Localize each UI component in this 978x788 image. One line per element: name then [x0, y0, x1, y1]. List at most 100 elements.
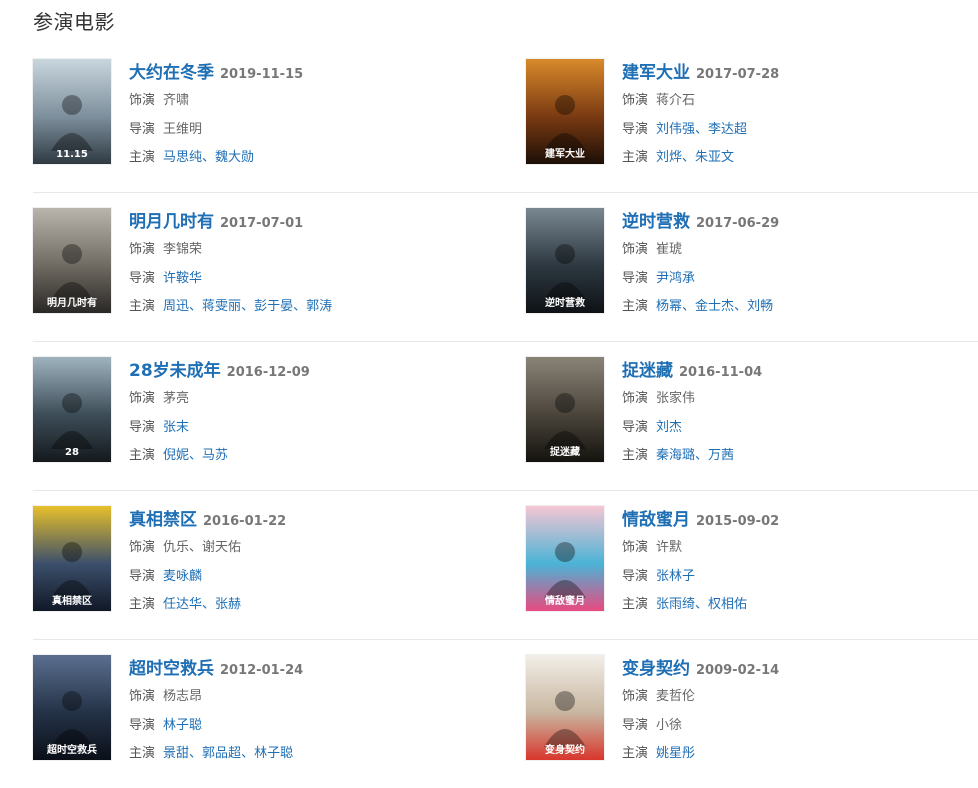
role-line-label: 饰演	[129, 689, 156, 704]
director-link: 小徐	[656, 717, 683, 733]
cast-link[interactable]: 杨幂	[656, 299, 682, 314]
movie-poster[interactable]: 超时空救兵	[33, 655, 111, 760]
cast-link[interactable]: 张雨绮	[656, 597, 695, 612]
movie-poster[interactable]: 逆时营救	[526, 208, 604, 313]
movie-poster[interactable]: 捉迷藏	[526, 357, 604, 462]
movie-poster[interactable]: 变身契约	[526, 655, 604, 760]
movie-poster[interactable]: 真相禁区	[33, 506, 111, 611]
role-line: 饰演 齐啸	[129, 87, 469, 116]
cast-link[interactable]: 倪妮	[163, 448, 189, 463]
cast-link[interactable]: 任达华	[163, 597, 202, 612]
movie-poster[interactable]: 建军大业	[526, 59, 604, 164]
movie-title-line: 变身契约 2009-02-14	[622, 655, 962, 683]
separator: 、	[189, 746, 203, 761]
cast-link[interactable]: 刘烨	[656, 150, 682, 165]
director-line: 导演 小徐	[622, 712, 962, 741]
release-date: 2016-01-22	[203, 514, 287, 529]
movie-card: 明月几时有 明月几时有 2017-07-01 饰演 李锦荣 导演 许鞍华 主演 周迅、蒋雯丽、彭…	[33, 208, 473, 318]
cast-link[interactable]: 秦海璐	[656, 448, 695, 463]
separator: 、	[189, 299, 203, 314]
movie-row: 超时空救兵 超时空救兵 2012-01-24 饰演 杨志昂 导演 林子聪 主演 景甜、郭品超、林…	[33, 640, 978, 788]
cast-line: 主演 秦海璐、万茜	[622, 442, 962, 471]
movie-title-link[interactable]: 逆时营救	[622, 212, 690, 232]
cast-link[interactable]: 马苏	[202, 448, 228, 463]
director-link[interactable]: 张林子	[656, 569, 695, 584]
director-line-label: 导演	[622, 717, 649, 733]
cast-link[interactable]: 周迅	[163, 299, 189, 314]
movie-poster[interactable]: 明月几时有	[33, 208, 111, 313]
cast-line: 主演 杨幂、金士杰、刘畅	[622, 293, 962, 322]
movie-info: 变身契约 2009-02-14 饰演 麦哲伦 导演 小徐 主演 姚星彤	[622, 655, 962, 769]
cast-link[interactable]: 姚星彤	[656, 746, 695, 761]
release-date: 2012-01-24	[220, 663, 304, 678]
cast-link[interactable]: 张赫	[215, 597, 241, 612]
movie-title-line: 超时空救兵 2012-01-24	[129, 655, 469, 683]
role-value: 蒋介石	[656, 93, 696, 108]
movie-info: 捉迷藏 2016-11-04 饰演 张家伟 导演 刘杰 主演 秦海璐、万茜	[622, 357, 962, 471]
movie-title-link[interactable]: 大约在冬季	[129, 63, 214, 83]
director-link[interactable]: 尹鸿承	[656, 271, 695, 286]
movie-card: 建军大业 建军大业 2017-07-28 饰演 蒋介石 导演 刘伟强、李达超 主演 刘烨、朱亚文	[526, 59, 966, 169]
movie-title-link[interactable]: 建军大业	[622, 63, 690, 83]
cast-line-label: 主演	[129, 448, 156, 463]
cast-line: 主演 任达华、张赫	[129, 591, 469, 620]
movie-info: 真相禁区 2016-01-22 饰演 仇乐、谢天佑 导演 麦咏麟 主演 任达华、张赫	[129, 506, 469, 620]
poster-text: 捉迷藏	[550, 445, 580, 458]
director-link[interactable]: 刘杰	[656, 420, 682, 435]
cast-link[interactable]: 刘畅	[747, 299, 773, 314]
separator: 、	[695, 597, 709, 612]
cast-link[interactable]: 林子聪	[254, 746, 293, 761]
poster-text: 情敌蜜月	[545, 594, 585, 607]
director-link[interactable]: 许鞍华	[163, 271, 202, 286]
director-line-label: 导演	[129, 717, 156, 733]
movie-title-link[interactable]: 变身契约	[622, 659, 690, 679]
cast-line: 主演 马思纯、魏大勋	[129, 144, 469, 173]
director-link[interactable]: 林子聪	[163, 718, 202, 733]
movie-title-line: 捉迷藏 2016-11-04	[622, 357, 962, 385]
cast-link[interactable]: 蒋雯丽	[202, 299, 241, 314]
cast-link[interactable]: 景甜	[163, 746, 189, 761]
director-link[interactable]: 刘伟强	[656, 122, 695, 137]
poster-image: 逆时营救	[526, 208, 604, 313]
cast-link[interactable]: 郭涛	[306, 299, 332, 314]
cast-line-label: 主演	[622, 746, 649, 761]
movie-title-link[interactable]: 超时空救兵	[129, 659, 214, 679]
director-line: 导演 张末	[129, 414, 469, 443]
poster-text: 11.15	[56, 149, 88, 160]
movie-poster[interactable]: 11.15	[33, 59, 111, 164]
cast-link[interactable]: 马思纯	[163, 150, 202, 165]
cast-link[interactable]: 彭于晏	[254, 299, 293, 314]
movie-title-link[interactable]: 28岁未成年	[129, 361, 221, 381]
director-line-label: 导演	[129, 568, 156, 584]
movie-title-link[interactable]: 捉迷藏	[622, 361, 673, 381]
role-line-label: 饰演	[622, 242, 649, 257]
movie-poster[interactable]: 28	[33, 357, 111, 462]
release-date: 2017-06-29	[696, 216, 780, 231]
movie-row: 28 28岁未成年 2016-12-09 饰演 茅亮 导演 张末 主演 倪妮、马苏 捉迷藏 捉迷藏 2…	[33, 342, 978, 491]
separator: 、	[734, 299, 748, 314]
director-line-label: 导演	[622, 121, 649, 137]
movie-info: 逆时营救 2017-06-29 饰演 崔琥 导演 尹鸿承 主演 杨幂、金士杰、刘畅	[622, 208, 962, 322]
movie-title-link[interactable]: 情敌蜜月	[622, 510, 690, 530]
cast-link[interactable]: 魏大勋	[215, 150, 254, 165]
movie-row: 真相禁区 真相禁区 2016-01-22 饰演 仇乐、谢天佑 导演 麦咏麟 主演 任达华、张赫情…	[33, 491, 978, 640]
director-link[interactable]: 麦咏麟	[163, 569, 202, 584]
cast-link[interactable]: 权相佑	[708, 597, 747, 612]
cast-link[interactable]: 朱亚文	[695, 150, 734, 165]
movie-title-link[interactable]: 明月几时有	[129, 212, 214, 232]
movie-title-link[interactable]: 真相禁区	[129, 510, 197, 530]
role-value: 仇乐、谢天佑	[163, 540, 242, 555]
cast-link[interactable]: 郭品超	[202, 746, 241, 761]
director-line: 导演 麦咏麟	[129, 563, 469, 592]
cast-link[interactable]: 万茜	[708, 448, 734, 463]
cast-link[interactable]: 金士杰	[695, 299, 734, 314]
director-link[interactable]: 张末	[163, 420, 189, 435]
cast-line: 主演 周迅、蒋雯丽、彭于晏、郭涛	[129, 293, 469, 322]
cast-line: 主演 刘烨、朱亚文	[622, 144, 962, 173]
director-link[interactable]: 李达超	[708, 122, 747, 137]
movie-title-line: 明月几时有 2017-07-01	[129, 208, 469, 236]
movie-poster[interactable]: 情敌蜜月	[526, 506, 604, 611]
director-line: 导演 林子聪	[129, 712, 469, 741]
director-line-label: 导演	[129, 270, 156, 286]
movie-info: 明月几时有 2017-07-01 饰演 李锦荣 导演 许鞍华 主演 周迅、蒋雯丽、彭于晏、郭涛	[129, 208, 469, 322]
